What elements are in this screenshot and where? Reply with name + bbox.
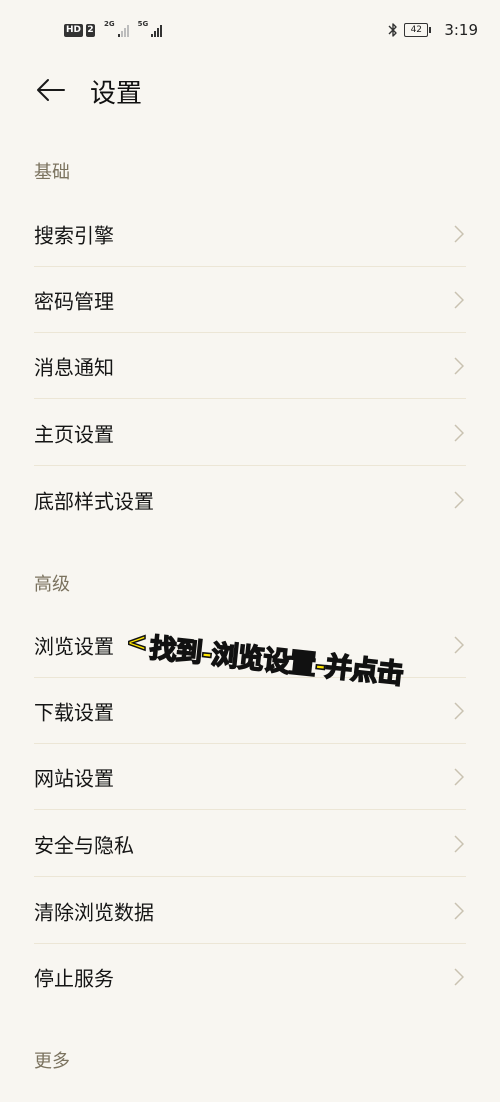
- sim-badge: 2: [86, 23, 96, 37]
- signal-bars-icon: [151, 23, 163, 37]
- chevron-right-icon: [454, 224, 464, 243]
- settings-item-downloads[interactable]: 下载设置: [34, 678, 466, 744]
- settings-item-label: 网站设置: [34, 766, 114, 790]
- chevron-right-icon: [454, 356, 464, 375]
- settings-item-security-privacy[interactable]: 安全与隐私: [34, 811, 466, 877]
- bluetooth-icon: [388, 23, 398, 37]
- settings-item-search-engine[interactable]: 搜索引擎: [34, 201, 466, 267]
- settings-item-browsing[interactable]: 浏览设置: [34, 612, 466, 678]
- chevron-right-icon: [454, 423, 464, 442]
- settings-item-label: 搜索引擎: [34, 223, 114, 247]
- page-title: 设置: [90, 79, 143, 109]
- settings-item-bottom-style[interactable]: 底部样式设置: [34, 467, 466, 533]
- signal-bars-icon: [117, 23, 129, 37]
- settings-item-password[interactable]: 密码管理: [34, 267, 466, 333]
- settings-item-sites[interactable]: 网站设置: [34, 744, 466, 810]
- section-title-basic: 基础: [34, 162, 70, 183]
- hd-badge: HD: [64, 23, 84, 37]
- settings-item-label: 底部样式设置: [34, 489, 154, 514]
- settings-item-notifications[interactable]: 消息通知: [34, 333, 466, 399]
- chevron-right-icon: [454, 290, 464, 309]
- header: 设置: [0, 60, 500, 122]
- clock: 3:19: [444, 21, 478, 39]
- chevron-right-icon: [454, 968, 464, 986]
- status-right: 42 3:19: [388, 19, 478, 41]
- chevron-right-icon: [454, 701, 464, 720]
- settings-item-label: 安全与隐私: [34, 833, 134, 857]
- settings-item-clear-data[interactable]: 清除浏览数据: [34, 878, 466, 944]
- settings-item-label: 消息通知: [34, 355, 114, 379]
- settings-item-label: 清除浏览数据: [34, 900, 154, 924]
- chevron-right-icon: [454, 834, 464, 853]
- settings-item-label: 浏览设置: [34, 634, 114, 658]
- settings-item-label: 主页设置: [34, 422, 114, 446]
- section-title-advanced: 高级: [34, 574, 70, 595]
- chevron-right-icon: [454, 635, 464, 654]
- chevron-right-icon: [454, 491, 464, 509]
- chevron-right-icon: [454, 767, 464, 786]
- status-bar: HD 2 2G 5G 42 3:19: [0, 0, 500, 60]
- section-title-more: 更多: [34, 1051, 70, 1072]
- settings-item-stop-service[interactable]: 停止服务: [34, 944, 466, 1010]
- settings-item-label: 停止服务: [34, 966, 114, 991]
- status-left: HD 2 2G 5G: [64, 20, 163, 40]
- settings-item-label: 密码管理: [34, 289, 114, 313]
- settings-item-label: 下载设置: [34, 700, 114, 724]
- arrow-left-icon[interactable]: [34, 75, 66, 105]
- battery-icon: 42: [404, 23, 432, 37]
- network-generation-2: 5G: [137, 20, 149, 28]
- chevron-right-icon: [454, 901, 464, 920]
- network-generation-1: 2G: [104, 20, 115, 28]
- settings-item-homepage[interactable]: 主页设置: [34, 400, 466, 466]
